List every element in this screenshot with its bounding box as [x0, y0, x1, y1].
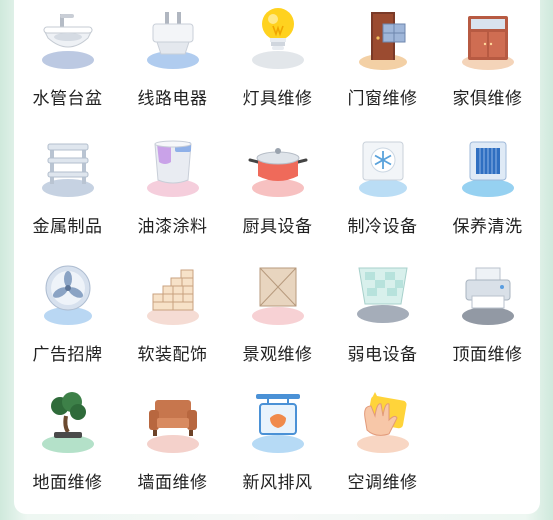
snowflake-icon: [351, 132, 415, 202]
service-item-bulb[interactable]: 灯具维修: [225, 4, 330, 132]
service-label: 油漆涂料: [137, 217, 208, 237]
service-item-ventilation[interactable]: 新风排风: [225, 388, 330, 516]
lightbulb-icon: [246, 4, 310, 74]
signboard-icon: [246, 388, 310, 458]
service-item-cabinet[interactable]: 家俱维修: [435, 4, 540, 132]
cooking-pot-icon: [246, 132, 310, 202]
service-label: 弱电设备: [347, 345, 418, 365]
sofa-icon: [141, 388, 205, 458]
service-item-floor[interactable]: 地面维修: [15, 388, 120, 516]
service-item-washbasin[interactable]: 水管台盆: [15, 4, 120, 132]
service-label: 灯具维修: [242, 89, 313, 109]
filter-screen-icon: [456, 132, 520, 202]
service-item-paint[interactable]: 油漆涂料: [120, 132, 225, 260]
bonsai-icon: [36, 388, 100, 458]
service-item-decor[interactable]: 软装配饰: [120, 260, 225, 388]
service-label: 制冷设备: [347, 217, 418, 237]
service-label: 线路电器: [137, 89, 208, 109]
service-label: 顶面维修: [452, 345, 523, 365]
plug-icon: [141, 4, 205, 74]
service-label: 厨具设备: [242, 217, 313, 237]
service-item-aircon[interactable]: 空调维修: [330, 388, 435, 516]
paint-bucket-icon: [141, 132, 205, 202]
washbasin-icon: [36, 4, 100, 74]
service-label: 保养清洗: [452, 217, 523, 237]
service-label: 地面维修: [32, 473, 103, 493]
door-window-icon: [351, 4, 415, 74]
metal-shelf-icon: [36, 132, 100, 202]
service-label: 门窗维修: [347, 89, 418, 109]
service-label: 广告招牌: [32, 345, 103, 365]
service-item-cleaning[interactable]: 保养清洗: [435, 132, 540, 260]
service-item-metal[interactable]: 金属制品: [15, 132, 120, 260]
service-label: 水管台盆: [32, 89, 103, 109]
service-item-door[interactable]: 门窗维修: [330, 4, 435, 132]
printer-icon: [456, 260, 520, 330]
service-label: 空调维修: [347, 473, 418, 493]
service-label: 金属制品: [32, 217, 103, 237]
service-item-weak-current[interactable]: 弱电设备: [330, 260, 435, 388]
brick-wall-icon: [141, 260, 205, 330]
service-label: 家俱维修: [452, 89, 523, 109]
service-label: 景观维修: [242, 345, 313, 365]
service-label: 软装配饰: [137, 345, 208, 365]
service-grid: 水管台盆 线路电器 灯具维修 门窗维修 家俱维修 金属制品 油漆涂料 厨具设备 …: [14, 4, 541, 516]
service-label: 墙面维修: [137, 473, 208, 493]
service-item-landscape[interactable]: 景观维修: [225, 260, 330, 388]
fan-icon: [36, 260, 100, 330]
service-item-pot[interactable]: 厨具设备: [225, 132, 330, 260]
service-item-cooling[interactable]: 制冷设备: [330, 132, 435, 260]
service-category-card: 水管台盆 线路电器 灯具维修 门窗维修 家俱维修 金属制品 油漆涂料 厨具设备 …: [14, 0, 540, 514]
service-item-signboard-ad[interactable]: 广告招牌: [15, 260, 120, 388]
cabinet-icon: [456, 4, 520, 74]
glass-panel-icon: [351, 260, 415, 330]
cleaning-glove-icon: [351, 388, 415, 458]
service-label: 新风排风: [242, 473, 313, 493]
tile-icon: [246, 260, 310, 330]
service-item-ceiling[interactable]: 顶面维修: [435, 260, 540, 388]
service-item-plug[interactable]: 线路电器: [120, 4, 225, 132]
service-item-wall[interactable]: 墙面维修: [120, 388, 225, 516]
